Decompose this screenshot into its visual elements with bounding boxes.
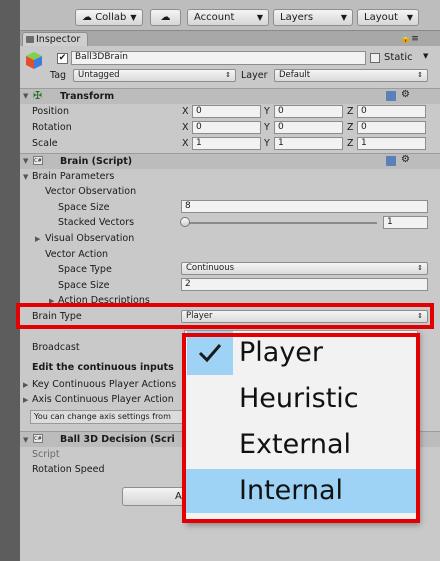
axis-y-label: Y xyxy=(264,122,270,133)
active-checkbox[interactable]: ✔ xyxy=(57,53,68,64)
stacked-vectors-label: Stacked Vectors xyxy=(58,217,135,228)
foldout-open-icon[interactable]: ▼ xyxy=(23,157,28,165)
action-space-size-label: Space Size xyxy=(58,280,110,291)
axis-z-label: Z xyxy=(347,106,354,117)
position-z-field[interactable]: 0 xyxy=(357,105,426,118)
scene-view-edge xyxy=(0,0,20,561)
stacked-vectors-slider-thumb[interactable] xyxy=(180,217,190,227)
brain-type-dropdown[interactable]: Player ⇕ xyxy=(181,310,428,323)
lock-icon[interactable]: 🔒≡ xyxy=(400,34,419,44)
inspector-icon xyxy=(26,36,34,43)
cloud-button[interactable]: ☁ xyxy=(150,9,181,26)
foldout-closed-icon[interactable]: ▶ xyxy=(23,396,28,404)
axis-x-label: X xyxy=(182,106,189,117)
object-name-field[interactable]: Ball3DBrain xyxy=(71,51,366,65)
action-descriptions-label[interactable]: Action Descriptions xyxy=(58,295,150,303)
dropdown-arrow-icon: ▼ xyxy=(256,13,263,22)
dropdown-arrow-icon: ⇕ xyxy=(417,264,423,272)
foldout-open-icon[interactable]: ▼ xyxy=(23,92,28,100)
scale-label: Scale xyxy=(32,138,58,149)
scale-y-field[interactable]: 1 xyxy=(274,137,343,150)
rotation-z-field[interactable]: 0 xyxy=(357,121,426,134)
rotation-speed-label: Rotation Speed xyxy=(32,464,105,475)
help-icon[interactable] xyxy=(386,91,396,101)
transform-icon: ✠ xyxy=(33,89,43,102)
decision-script-title: Ball 3D Decision (Scri xyxy=(60,434,175,445)
axis-x-label: X xyxy=(182,138,189,149)
stacked-vectors-slider-track[interactable] xyxy=(183,222,377,224)
axis-z-label: Z xyxy=(347,122,354,133)
script-icon: C# xyxy=(33,434,43,443)
dropdown-arrow-icon: ⇕ xyxy=(417,312,423,320)
transform-title: Transform xyxy=(60,91,115,102)
dropdown-highlight-box xyxy=(182,333,420,523)
brain-type-label: Brain Type xyxy=(32,311,82,322)
stacked-vectors-field[interactable]: 1 xyxy=(383,216,428,229)
account-button[interactable]: Account ▼ xyxy=(187,9,269,26)
space-type-label: Space Type xyxy=(58,264,112,275)
brain-script-title: Brain (Script) xyxy=(60,156,133,167)
position-label: Position xyxy=(32,106,69,117)
dropdown-arrow-icon: ▼ xyxy=(130,13,137,22)
static-dropdown-arrow-icon[interactable]: ▼ xyxy=(423,52,428,60)
tag-dropdown[interactable]: Untagged ⇕ xyxy=(73,69,236,82)
space-size-field[interactable]: 8 xyxy=(181,200,428,213)
collab-button[interactable]: ☁ Collab ▼ xyxy=(75,9,143,26)
rotation-y-field[interactable]: 0 xyxy=(274,121,343,134)
dropdown-arrow-icon: ⇕ xyxy=(417,71,423,79)
script-label: Script xyxy=(32,449,60,460)
axis-y-label: Y xyxy=(264,106,270,117)
axis-x-label: X xyxy=(182,122,189,133)
tag-label: Tag xyxy=(50,70,67,81)
help-icon[interactable] xyxy=(386,156,396,166)
foldout-closed-icon[interactable]: ▶ xyxy=(35,235,40,243)
settings-gear-icon[interactable]: ⚙ xyxy=(401,89,410,100)
foldout-open-icon[interactable]: ▼ xyxy=(23,436,28,444)
layer-dropdown[interactable]: Default ⇕ xyxy=(274,69,428,82)
foldout-open-icon[interactable]: ▼ xyxy=(23,173,28,181)
rotation-x-field[interactable]: 0 xyxy=(192,121,261,134)
dropdown-arrow-icon: ▼ xyxy=(340,13,347,22)
scale-x-field[interactable]: 1 xyxy=(192,137,261,150)
position-y-field[interactable]: 0 xyxy=(274,105,343,118)
layout-button[interactable]: Layout ▼ xyxy=(357,9,419,26)
rotation-label: Rotation xyxy=(32,122,72,133)
key-continuous-label[interactable]: Key Continuous Player Actions xyxy=(32,379,176,390)
static-checkbox[interactable] xyxy=(370,53,380,63)
space-size-label: Space Size xyxy=(58,202,110,213)
action-space-size-field[interactable]: 2 xyxy=(181,278,428,291)
vector-action-label: Vector Action xyxy=(45,249,109,260)
space-type-dropdown[interactable]: Continuous ⇕ xyxy=(181,262,428,275)
static-label: Static xyxy=(384,52,413,63)
settings-gear-icon[interactable]: ⚙ xyxy=(401,154,410,165)
position-x-field[interactable]: 0 xyxy=(192,105,261,118)
cloud-check-icon: ☁ xyxy=(82,12,92,23)
layer-label: Layer xyxy=(241,70,268,81)
visual-observation-label[interactable]: Visual Observation xyxy=(45,233,134,244)
broadcast-label: Broadcast xyxy=(32,342,80,353)
axis-continuous-label[interactable]: Axis Continuous Player Action xyxy=(32,394,174,405)
scale-z-field[interactable]: 1 xyxy=(357,137,426,150)
axis-y-label: Y xyxy=(264,138,270,149)
edit-continuous-label: Edit the continuous inputs xyxy=(32,362,174,373)
help-box: You can change axis settings from xyxy=(30,410,200,424)
dropdown-arrow-icon: ▼ xyxy=(406,13,413,22)
brain-parameters-label: Brain Parameters xyxy=(32,171,115,182)
gameobject-cube-icon xyxy=(24,50,44,70)
script-icon: C# xyxy=(33,156,43,165)
layers-button[interactable]: Layers ▼ xyxy=(273,9,353,26)
foldout-closed-icon[interactable]: ▶ xyxy=(23,381,28,389)
vector-observation-label: Vector Observation xyxy=(45,186,137,197)
axis-z-label: Z xyxy=(347,138,354,149)
cloud-icon: ☁ xyxy=(160,12,171,23)
dropdown-arrow-icon: ⇕ xyxy=(225,71,231,79)
tab-inspector[interactable]: Inspector xyxy=(22,32,88,46)
